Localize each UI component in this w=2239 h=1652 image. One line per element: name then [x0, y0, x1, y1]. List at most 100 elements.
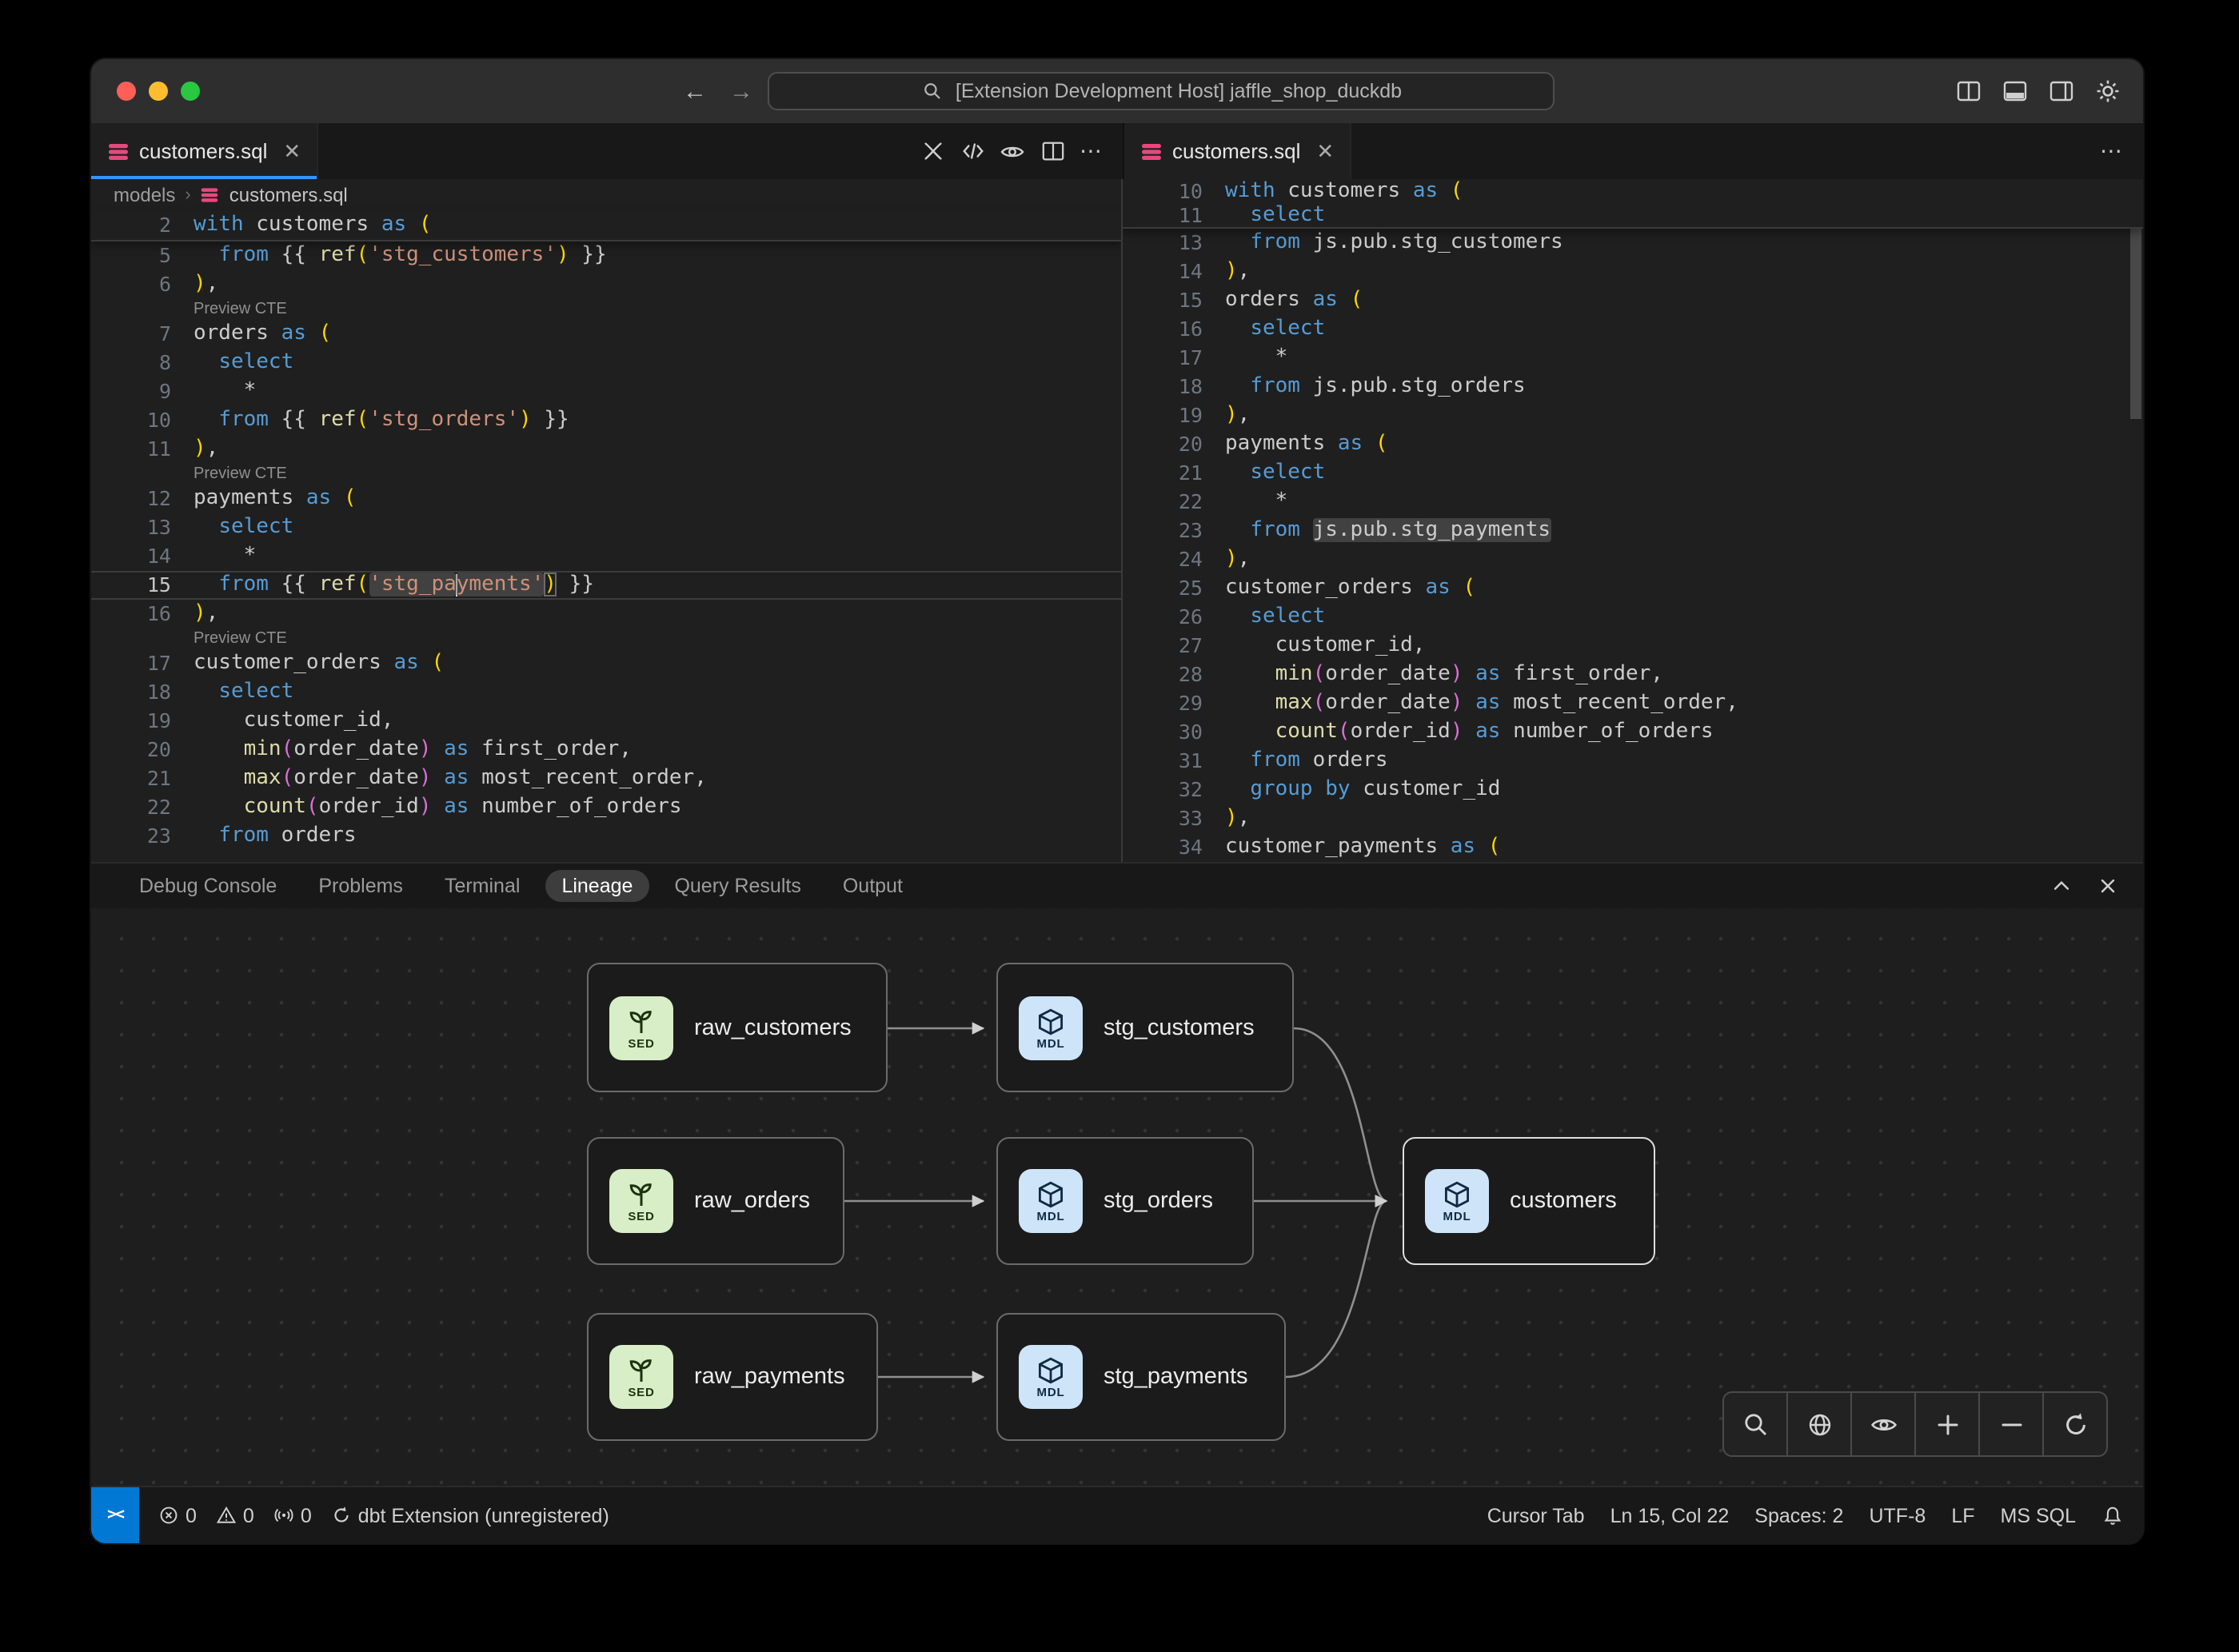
panel-tab-debug-console[interactable]: Debug Console: [123, 870, 293, 902]
code-line[interactable]: 13 from js.pub.stg_customers: [1123, 229, 2143, 257]
breadcrumb-file[interactable]: customers.sql: [229, 184, 348, 206]
lineage-node-raw_orders[interactable]: SEDraw_orders: [587, 1137, 844, 1265]
panel-tab-problems[interactable]: Problems: [302, 870, 419, 902]
close-tab-icon[interactable]: ✕: [283, 138, 301, 164]
search-icon[interactable]: [1724, 1393, 1786, 1455]
code-line[interactable]: 6),: [91, 270, 1121, 299]
close-tab-icon[interactable]: ✕: [1316, 138, 1334, 164]
panel-tab-query-results[interactable]: Query Results: [658, 870, 816, 902]
code-line[interactable]: 22 *: [1123, 488, 2143, 517]
code-line[interactable]: 27 customer_id,: [1123, 632, 2143, 660]
lineage-node-raw_customers[interactable]: SEDraw_customers: [587, 963, 888, 1092]
code-line[interactable]: 12payments as (: [91, 485, 1121, 513]
lineage-node-stg_orders[interactable]: MDLstg_orders: [996, 1137, 1254, 1265]
editor-pane-compiled[interactable]: 10with customers as (11 select 13 from j…: [1123, 179, 2143, 862]
status-ms-sql[interactable]: MS SQL: [2001, 1504, 2077, 1526]
code-line[interactable]: 25customer_orders as (: [1123, 574, 2143, 603]
compile-code-icon[interactable]: [960, 138, 985, 164]
fit-view-icon[interactable]: [1786, 1393, 1850, 1455]
dbt-extension-status[interactable]: dbt Extension (unregistered): [331, 1504, 609, 1526]
code-line[interactable]: 24),: [1123, 545, 2143, 574]
lineage-node-raw_payments[interactable]: SEDraw_payments: [587, 1313, 878, 1441]
zoom-out-icon[interactable]: [1978, 1393, 2042, 1455]
code-lines-left[interactable]: 5 from {{ ref('stg_customers') }}6),Prev…: [91, 241, 1121, 851]
status-spaces-2[interactable]: Spaces: 2: [1754, 1504, 1843, 1526]
code-line[interactable]: 19 customer_id,: [91, 707, 1121, 736]
minimize-window-button[interactable]: [149, 82, 168, 101]
code-line[interactable]: 22 count(order_id) as number_of_orders: [91, 793, 1121, 822]
code-line[interactable]: 14 *: [91, 542, 1121, 571]
code-line[interactable]: 10 from {{ ref('stg_orders') }}: [91, 406, 1121, 435]
code-line[interactable]: 15orders as (: [1123, 286, 2143, 315]
sticky-scroll-left[interactable]: 2with customers as (: [91, 211, 1121, 241]
back-arrow-icon[interactable]: ←: [683, 78, 707, 105]
breadcrumb-folder[interactable]: models: [114, 184, 175, 206]
refresh-icon[interactable]: [2042, 1393, 2106, 1455]
forward-arrow-icon[interactable]: →: [729, 78, 753, 105]
code-line[interactable]: 33),: [1123, 804, 2143, 833]
code-line[interactable]: 26 select: [1123, 603, 2143, 632]
code-line[interactable]: 16),: [91, 600, 1121, 628]
code-line[interactable]: 23 from js.pub.stg_payments: [1123, 517, 2143, 545]
close-window-button[interactable]: [117, 82, 136, 101]
code-line[interactable]: 15 from {{ ref('stg_payments') }}: [91, 571, 1121, 600]
toggle-sidebar-icon[interactable]: [1956, 78, 1982, 104]
preview-eye-icon[interactable]: [1000, 138, 1025, 164]
code-line[interactable]: 10with customers as (: [1123, 179, 2143, 203]
toggle-secondary-sidebar-icon[interactable]: [2049, 78, 2074, 104]
breadcrumb[interactable]: models › customers.sql: [91, 179, 1121, 211]
settings-gear-icon[interactable]: [2095, 78, 2121, 104]
code-line[interactable]: 34customer_payments as (: [1123, 833, 2143, 862]
code-line[interactable]: 7orders as (: [91, 320, 1121, 349]
code-line[interactable]: 20 min(order_date) as first_order,: [91, 736, 1121, 764]
code-line[interactable]: 30 count(order_id) as number_of_orders: [1123, 718, 2143, 747]
code-line[interactable]: 29 max(order_date) as most_recent_order,: [1123, 689, 2143, 718]
zoom-window-button[interactable]: [181, 82, 200, 101]
dbt-build-icon[interactable]: [920, 138, 945, 164]
more-actions-icon[interactable]: ⋯: [1080, 138, 1104, 165]
ports-status[interactable]: 0: [273, 1504, 312, 1526]
toggle-panel-icon[interactable]: [2002, 78, 2028, 104]
code-line[interactable]: 17 *: [1123, 344, 2143, 373]
close-panel-icon[interactable]: [2095, 873, 2121, 899]
panel-tab-output[interactable]: Output: [827, 870, 919, 902]
code-line[interactable]: 31 from orders: [1123, 747, 2143, 776]
panel-tab-lineage[interactable]: Lineage: [545, 870, 649, 902]
status-ln-15-col-22[interactable]: Ln 15, Col 22: [1610, 1504, 1730, 1526]
code-line[interactable]: 32 group by customer_id: [1123, 776, 2143, 804]
status-lf[interactable]: LF: [1951, 1504, 1974, 1526]
code-line[interactable]: 9 *: [91, 377, 1121, 406]
codelens-row[interactable]: Preview CTE: [91, 628, 1121, 649]
chevron-up-icon[interactable]: [2049, 873, 2074, 899]
code-line[interactable]: 28 min(order_date) as first_order,: [1123, 660, 2143, 689]
code-line[interactable]: 8 select: [91, 349, 1121, 377]
lineage-node-stg_customers[interactable]: MDLstg_customers: [996, 963, 1294, 1092]
problems-status[interactable]: 0 0: [158, 1504, 254, 1526]
code-lines-right[interactable]: 13 from js.pub.stg_customers14),15orders…: [1123, 229, 2143, 862]
tab-customers-sql-left[interactable]: customers.sql ✕: [91, 123, 318, 179]
command-center-search[interactable]: [Extension Development Host] jaffle_shop…: [768, 72, 1555, 110]
code-line[interactable]: 2with customers as (: [91, 211, 1121, 240]
code-line[interactable]: 18 from js.pub.stg_orders: [1123, 373, 2143, 401]
visibility-eye-icon[interactable]: [1850, 1393, 1914, 1455]
code-line[interactable]: 17customer_orders as (: [91, 649, 1121, 678]
lineage-node-stg_payments[interactable]: MDLstg_payments: [996, 1313, 1286, 1441]
code-line[interactable]: 11 select: [1123, 203, 2143, 227]
code-line[interactable]: 18 select: [91, 678, 1121, 707]
sticky-scroll-right[interactable]: 10with customers as (11 select: [1123, 179, 2143, 229]
split-editor-icon[interactable]: [1040, 138, 1065, 164]
code-line[interactable]: 21 max(order_date) as most_recent_order,: [91, 764, 1121, 793]
status-cursor-tab[interactable]: Cursor Tab: [1487, 1504, 1585, 1526]
code-line[interactable]: 23 from orders: [91, 822, 1121, 851]
code-line[interactable]: 20payments as (: [1123, 430, 2143, 459]
tab-customers-sql-right[interactable]: customers.sql ✕: [1124, 123, 1351, 179]
lineage-node-customers[interactable]: MDLcustomers: [1403, 1137, 1655, 1265]
more-actions-icon[interactable]: ⋯: [2100, 138, 2124, 165]
codelens-row[interactable]: Preview CTE: [91, 299, 1121, 320]
lineage-graph[interactable]: SEDraw_customers MDLstg_customers SEDraw_o…: [91, 908, 2143, 1486]
code-line[interactable]: 14),: [1123, 257, 2143, 286]
editor-pane-source[interactable]: models › customers.sql 2with customers a…: [91, 179, 1123, 862]
zoom-in-icon[interactable]: [1914, 1393, 1978, 1455]
code-line[interactable]: 13 select: [91, 513, 1121, 542]
remote-indicator[interactable]: ><: [91, 1487, 139, 1543]
